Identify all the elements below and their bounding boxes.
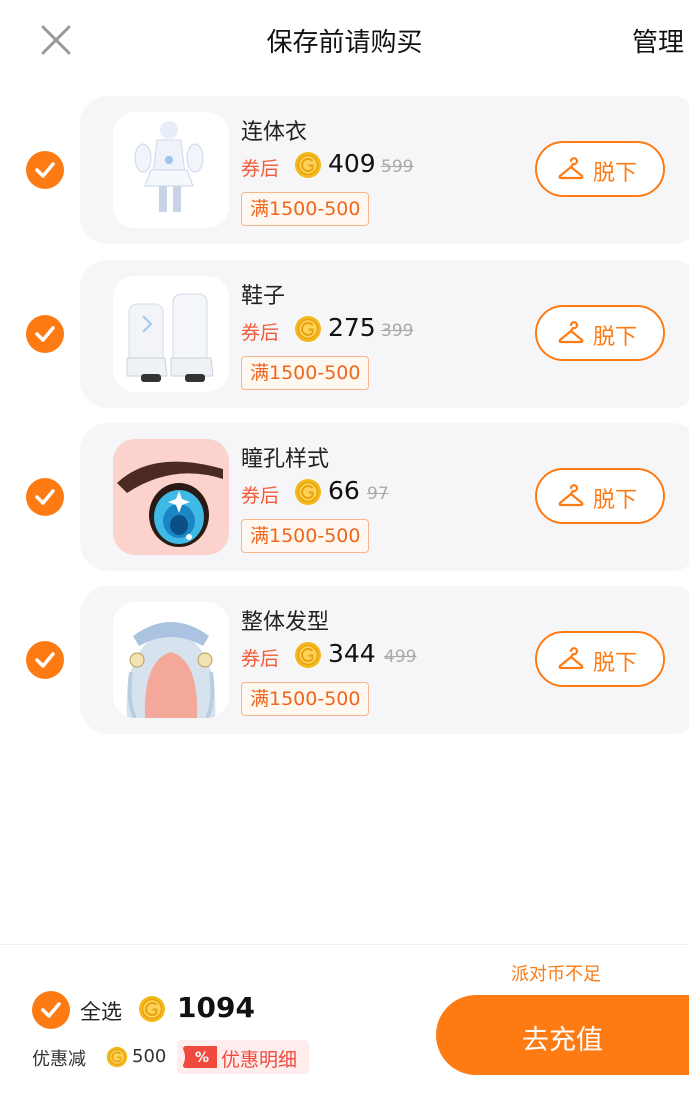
coupon-badge: 满1500-500 — [241, 356, 370, 390]
remove-button[interactable]: 脱下 — [535, 631, 665, 687]
item-original-price: 499 — [384, 647, 417, 667]
item-checkbox[interactable] — [26, 641, 64, 679]
item-checkbox[interactable] — [26, 151, 64, 189]
manage-button[interactable]: 管理 — [632, 22, 684, 59]
item-price: 66 — [328, 476, 360, 505]
hanger-icon — [558, 647, 584, 670]
price-line: 券后 344 499 — [241, 639, 521, 672]
item-price: 344 — [328, 639, 376, 668]
coin-icon — [106, 1046, 128, 1068]
top-bar: 保存前请购买 管理 — [0, 0, 689, 80]
coupon-badge: 满1500-500 — [241, 192, 370, 226]
after-coupon-label: 券后 — [241, 322, 280, 344]
coin-icon — [139, 996, 165, 1022]
remove-label: 脱下 — [593, 488, 638, 513]
item-card: 整体发型 券后 344 499 满1500-500 脱下 — [80, 586, 689, 734]
cart-item-pupil-style: 瞳孔样式 券后 66 97 满1500-500 脱下 — [0, 423, 689, 571]
remove-button[interactable]: 脱下 — [535, 468, 665, 524]
select-all-checkbox[interactable] — [32, 991, 70, 1029]
coupon-badge: 满1500-500 — [241, 682, 370, 716]
coupon-badge: 满1500-500 — [241, 519, 370, 553]
remove-button[interactable]: 脱下 — [535, 305, 665, 361]
discount-detail-link[interactable]: % 优惠明细 — [177, 1040, 309, 1074]
total-price: 1094 — [177, 991, 255, 1024]
hanger-icon — [558, 321, 584, 344]
remove-label: 脱下 — [593, 325, 638, 350]
item-checkbox[interactable] — [26, 478, 64, 516]
after-coupon-label: 券后 — [241, 158, 280, 180]
item-name: 瞳孔样式 — [241, 447, 330, 472]
coin-icon — [295, 642, 321, 668]
item-card: 连体衣 券后 409 599 满1500-500 脱下 — [80, 96, 689, 244]
hanger-icon — [558, 157, 584, 180]
recharge-button[interactable]: 去充值 — [436, 995, 689, 1075]
item-name: 整体发型 — [241, 610, 330, 635]
item-original-price: 599 — [381, 157, 414, 177]
cart-item-shoes: 鞋子 券后 275 399 满1500-500 脱下 — [0, 260, 689, 408]
after-coupon-label: 券后 — [241, 485, 280, 507]
item-name: 鞋子 — [241, 284, 286, 309]
remove-label: 脱下 — [593, 651, 638, 676]
price-line: 券后 409 599 — [241, 149, 521, 182]
hanger-icon — [558, 484, 584, 507]
item-thumbnail[interactable] — [113, 439, 229, 555]
cart-item-hairstyle: 整体发型 券后 344 499 满1500-500 脱下 — [0, 586, 689, 734]
item-card: 瞳孔样式 券后 66 97 满1500-500 脱下 — [80, 423, 689, 571]
remove-label: 脱下 — [593, 161, 638, 186]
remove-button[interactable]: 脱下 — [535, 141, 665, 197]
insufficient-coins-notice: 派对币不足 — [511, 964, 601, 985]
coin-icon — [295, 152, 321, 178]
select-all-label[interactable]: 全选 — [80, 996, 122, 1026]
item-price: 275 — [328, 313, 376, 342]
checkout-bar: 派对币不足 全选 1094 优惠减 500 % 优惠明细 去充值 — [0, 944, 689, 1101]
percent-tag-text: % — [195, 1050, 209, 1066]
price-line: 券后 275 399 — [241, 313, 521, 346]
item-original-price: 97 — [367, 484, 389, 504]
item-original-price: 399 — [381, 321, 414, 341]
discount-detail-label: 优惠明细 — [221, 1049, 298, 1071]
coin-icon — [295, 316, 321, 342]
price-line: 券后 66 97 — [241, 476, 521, 509]
discount-label: 优惠减 — [32, 1049, 86, 1070]
after-coupon-label: 券后 — [241, 648, 280, 670]
item-name: 连体衣 — [241, 120, 308, 145]
item-price: 409 — [328, 149, 376, 178]
page-title: 保存前请购买 — [266, 28, 423, 58]
recharge-label: 去充值 — [522, 1025, 603, 1056]
discount-value: 500 — [132, 1046, 167, 1067]
item-thumbnail[interactable] — [113, 276, 229, 392]
item-thumbnail[interactable] — [113, 112, 229, 228]
percent-tag-icon: % — [183, 1046, 217, 1068]
item-thumbnail[interactable] — [113, 602, 229, 718]
item-checkbox[interactable] — [26, 315, 64, 353]
cart-item-jumpsuit: 连体衣 券后 409 599 满1500-500 脱下 — [0, 96, 689, 244]
coin-icon — [295, 479, 321, 505]
item-card: 鞋子 券后 275 399 满1500-500 脱下 — [80, 260, 689, 408]
